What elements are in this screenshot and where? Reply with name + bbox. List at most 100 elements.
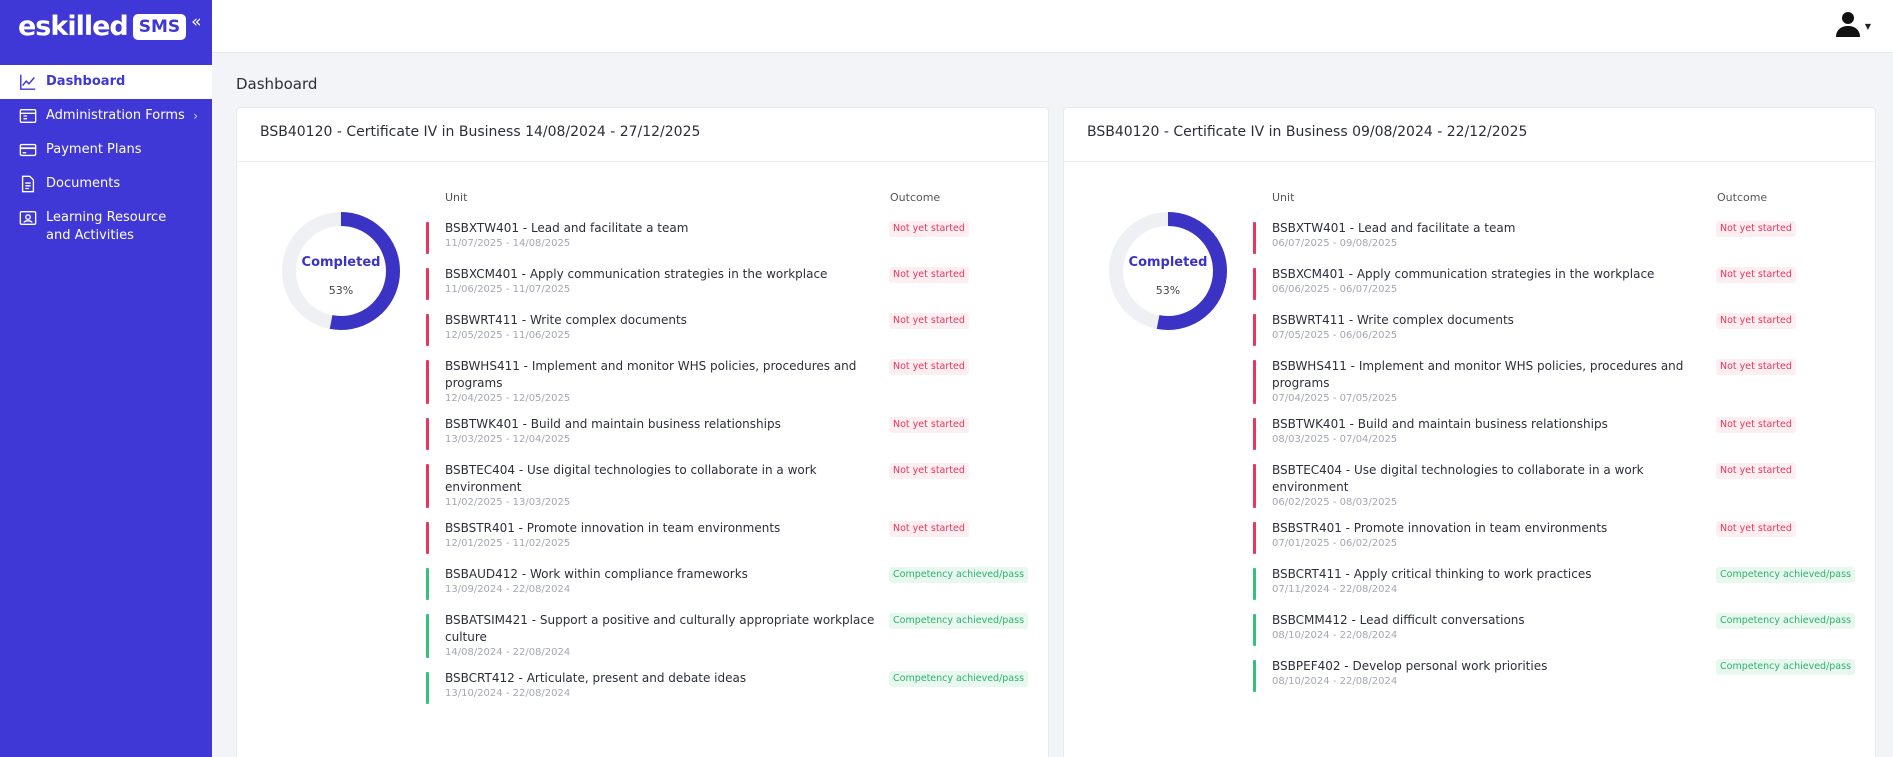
- progress-label: Completed: [1128, 255, 1208, 270]
- logo-badge: SMS: [132, 13, 187, 40]
- unit-name: BSBXCM401 - Apply communication strategi…: [1272, 267, 1655, 281]
- unit-dates: 08/10/2024 - 22/08/2024: [1272, 630, 1398, 641]
- status-bar: [1253, 268, 1256, 300]
- unit-dates: 07/11/2024 - 22/08/2024: [1272, 584, 1398, 595]
- unit-row[interactable]: BSBTEC404 - Use digital technologies to …: [426, 462, 1046, 508]
- outcome-badge: Not yet started: [889, 463, 969, 479]
- unit-column-header: Unit: [445, 191, 468, 204]
- unit-row[interactable]: BSBXTW401 - Lead and facilitate a team 11…: [426, 220, 1046, 254]
- unit-row[interactable]: BSBSTR401 - Promote innovation in team e…: [426, 520, 1046, 554]
- course-card: BSB40120 - Certificate IV in Business 14…: [236, 107, 1049, 757]
- status-bar: [426, 360, 429, 404]
- unit-row[interactable]: BSBWHS411 - Implement and monitor WHS po…: [426, 358, 1046, 404]
- course-title: BSB40120 - Certificate IV in Business 09…: [1064, 108, 1875, 162]
- sidebar-nav: Dashboard Administration Forms › Payment…: [0, 65, 212, 253]
- status-bar: [426, 614, 429, 658]
- unit-row[interactable]: BSBAUD412 - Work within compliance frame…: [426, 566, 1046, 600]
- status-bar: [1253, 418, 1256, 450]
- unit-name: BSBTWK401 - Build and maintain business …: [445, 417, 781, 431]
- unit-row[interactable]: BSBTEC404 - Use digital technologies to …: [1253, 462, 1873, 508]
- sidebar-item-dashboard[interactable]: Dashboard: [0, 65, 212, 99]
- forms-icon: [18, 107, 38, 125]
- unit-row[interactable]: BSBXCM401 - Apply communication strategi…: [426, 266, 1046, 300]
- unit-name: BSBAUD412 - Work within compliance frame…: [445, 567, 748, 581]
- unit-row[interactable]: BSBCRT412 - Articulate, present and deba…: [426, 670, 1046, 704]
- sidebar-item-label: Payment Plans: [46, 142, 142, 157]
- sidebar-item-label: Documents: [46, 176, 121, 191]
- id-card-icon: [18, 209, 38, 227]
- user-menu-button[interactable]: ▼: [1834, 10, 1871, 42]
- unit-row[interactable]: BSBTWK401 - Build and maintain business …: [426, 416, 1046, 450]
- unit-row[interactable]: BSBCMM412 - Lead difficult conversations…: [1253, 612, 1873, 646]
- outcome-badge: Not yet started: [1716, 359, 1796, 375]
- unit-dates: 06/06/2025 - 06/07/2025: [1272, 284, 1398, 295]
- status-bar: [1253, 568, 1256, 600]
- outcome-badge: Not yet started: [889, 359, 969, 375]
- unit-name: BSBPEF402 - Develop personal work priori…: [1272, 659, 1548, 673]
- outcome-badge: Not yet started: [1716, 463, 1796, 479]
- outcome-badge: Not yet started: [1716, 267, 1796, 283]
- course-card: BSB40120 - Certificate IV in Business 09…: [1063, 107, 1876, 757]
- outcome-badge: Not yet started: [1716, 221, 1796, 237]
- unit-dates: 06/07/2025 - 09/08/2025: [1272, 238, 1398, 249]
- unit-name: BSBWHS411 - Implement and monitor WHS po…: [1272, 359, 1684, 390]
- unit-dates: 08/03/2025 - 07/04/2025: [1272, 434, 1398, 445]
- unit-row[interactable]: BSBATSIM421 - Support a positive and cul…: [426, 612, 1046, 658]
- sidebar-item-learning-resources[interactable]: Learning Resource and Activities: [0, 201, 212, 253]
- unit-row[interactable]: BSBCRT411 - Apply critical thinking to w…: [1253, 566, 1873, 600]
- sidebar-item-payment-plans[interactable]: Payment Plans: [0, 133, 212, 167]
- course-title: BSB40120 - Certificate IV in Business 14…: [237, 108, 1048, 162]
- caret-down-icon: ▼: [1864, 21, 1871, 31]
- unit-row[interactable]: BSBPEF402 - Develop personal work priori…: [1253, 658, 1873, 692]
- status-bar: [1253, 660, 1256, 692]
- outcome-badge: Not yet started: [1716, 521, 1796, 537]
- sidebar-item-administration-forms[interactable]: Administration Forms ›: [0, 99, 212, 133]
- status-bar: [426, 222, 429, 254]
- unit-name: BSBWHS411 - Implement and monitor WHS po…: [445, 359, 857, 390]
- page-title: Dashboard: [236, 75, 318, 93]
- unit-name: BSBSTR401 - Promote innovation in team e…: [445, 521, 781, 535]
- outcome-badge: Competency achieved/pass: [889, 567, 1029, 583]
- unit-dates: 11/07/2025 - 14/08/2025: [445, 238, 571, 249]
- brand-logo[interactable]: eskilled SMS «: [0, 0, 212, 53]
- unit-name: BSBTEC404 - Use digital technologies to …: [1272, 463, 1644, 494]
- unit-row[interactable]: BSBWRT411 - Write complex documents 12/05…: [426, 312, 1046, 346]
- unit-dates: 11/02/2025 - 13/03/2025: [445, 497, 571, 508]
- unit-dates: 13/10/2024 - 22/08/2024: [445, 688, 571, 699]
- unit-row[interactable]: BSBWRT411 - Write complex documents 07/05…: [1253, 312, 1873, 346]
- unit-row[interactable]: BSBTWK401 - Build and maintain business …: [1253, 416, 1873, 450]
- progress-donut: Completed 53%: [1106, 209, 1230, 333]
- unit-name: BSBATSIM421 - Support a positive and cul…: [445, 613, 875, 644]
- outcome-badge: Competency achieved/pass: [1716, 659, 1856, 675]
- status-bar: [426, 672, 429, 704]
- unit-dates: 13/09/2024 - 22/08/2024: [445, 584, 571, 595]
- unit-list: BSBXTW401 - Lead and facilitate a team 11…: [426, 220, 1046, 716]
- outcome-badge: Competency achieved/pass: [1716, 613, 1856, 629]
- unit-name: BSBWRT411 - Write complex documents: [1272, 313, 1514, 327]
- outcome-column-header: Outcome: [890, 191, 941, 204]
- unit-dates: 11/06/2025 - 11/07/2025: [445, 284, 571, 295]
- outcome-badge: Not yet started: [889, 313, 969, 329]
- unit-dates: 07/05/2025 - 06/06/2025: [1272, 330, 1398, 341]
- collapse-sidebar-icon[interactable]: «: [191, 12, 201, 32]
- unit-row[interactable]: BSBWHS411 - Implement and monitor WHS po…: [1253, 358, 1873, 404]
- unit-name: BSBTWK401 - Build and maintain business …: [1272, 417, 1608, 431]
- unit-dates: 12/05/2025 - 11/06/2025: [445, 330, 571, 341]
- outcome-badge: Not yet started: [889, 521, 969, 537]
- progress-percent: 53%: [1155, 284, 1181, 297]
- unit-row[interactable]: BSBXTW401 - Lead and facilitate a team 06…: [1253, 220, 1873, 254]
- status-bar: [426, 314, 429, 346]
- status-bar: [1253, 464, 1256, 508]
- status-bar: [1253, 314, 1256, 346]
- unit-list: BSBXTW401 - Lead and facilitate a team 06…: [1253, 220, 1873, 704]
- unit-name: BSBWRT411 - Write complex documents: [445, 313, 687, 327]
- unit-dates: 12/04/2025 - 12/05/2025: [445, 393, 571, 404]
- sidebar: eskilled SMS « Dashboard Administration …: [0, 0, 212, 757]
- status-bar: [426, 418, 429, 450]
- progress-label: Completed: [301, 255, 381, 270]
- sidebar-item-documents[interactable]: Documents: [0, 167, 212, 201]
- outcome-badge: Not yet started: [1716, 313, 1796, 329]
- unit-row[interactable]: BSBXCM401 - Apply communication strategi…: [1253, 266, 1873, 300]
- unit-row[interactable]: BSBSTR401 - Promote innovation in team e…: [1253, 520, 1873, 554]
- unit-column-header: Unit: [1272, 191, 1295, 204]
